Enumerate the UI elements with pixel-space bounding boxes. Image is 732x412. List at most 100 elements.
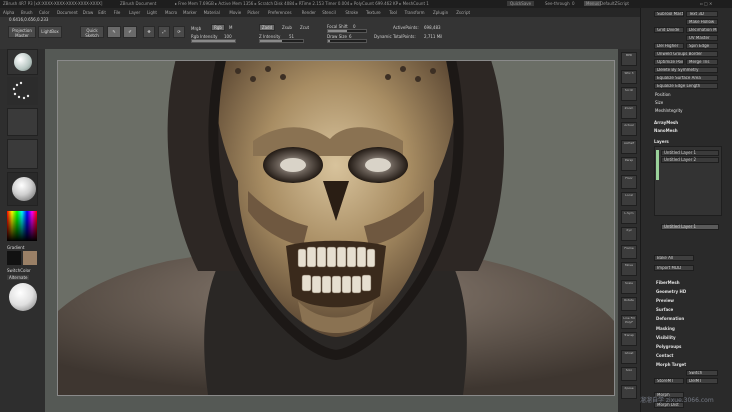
menu-item-edit[interactable]: Edit <box>98 10 106 15</box>
menu-item-movie[interactable]: Movie <box>229 10 241 15</box>
menu-item-preferences[interactable]: Preferences <box>268 10 292 15</box>
move-button[interactable]: ✥ <box>143 26 155 38</box>
stroke-thumbnail[interactable] <box>7 77 38 105</box>
menu-item-light[interactable]: Light <box>147 10 157 15</box>
make-hollow-button[interactable]: Make Hollow <box>686 19 718 25</box>
import-mdd-button[interactable]: Import MDD <box>654 265 694 271</box>
decimation-master-button[interactable]: Decimation Master <box>686 27 718 33</box>
shelf-button-frame[interactable]: Frame <box>621 244 637 259</box>
geometry-merge-tris-button[interactable]: Merge Tris <box>686 59 718 65</box>
menu-item-color[interactable]: Color <box>39 10 49 15</box>
geometry-delete-by-symmetry-button[interactable]: Delete By Symmetry <box>654 67 718 73</box>
window-controls[interactable]: ▫ □ ✕ <box>700 1 712 6</box>
shelf-button-spix-3[interactable]: SPix 3 <box>621 69 637 84</box>
menu-item-picker[interactable]: Picker <box>247 10 259 15</box>
menu-item-brush[interactable]: Brush <box>21 10 33 15</box>
menu-item-alpha[interactable]: Alpha <box>3 10 14 15</box>
menu-item-draw[interactable]: Draw <box>83 10 93 15</box>
morph-switch-button[interactable]: Switch <box>686 370 718 376</box>
subpalette-polygroups[interactable]: Polygroups <box>656 344 681 349</box>
menu-item-transform[interactable]: Transform <box>405 10 425 15</box>
rgb-toggle[interactable]: Rgb <box>211 24 225 31</box>
shelf-button-transp[interactable]: Transp <box>621 332 637 346</box>
menu-item-marker[interactable]: Marker <box>183 10 197 15</box>
shelf-button-move[interactable]: Move <box>621 262 637 276</box>
menu-item-render[interactable]: Render <box>302 10 316 15</box>
default-zscript-button[interactable]: DefaultZScript <box>600 1 629 6</box>
projection-master-button[interactable]: Projection Master <box>8 26 36 38</box>
quicksave-button[interactable]: QuickSave <box>507 1 535 6</box>
store-mt-button[interactable]: StoreMT <box>654 378 684 384</box>
geometry-grid-divide-button[interactable]: Grid Divide <box>654 27 684 33</box>
menu-item-zscript[interactable]: Zscript <box>456 10 470 15</box>
layers-subpalette-header[interactable]: Layers <box>654 139 669 144</box>
scale-button[interactable]: ⤢ <box>158 26 170 38</box>
nanomesh-subpalette[interactable]: NanoMesh <box>654 128 678 133</box>
menu-item-material[interactable]: Material <box>204 10 220 15</box>
m-toggle[interactable]: M <box>229 25 232 30</box>
geometry-del-higher-button[interactable]: Del Higher <box>654 43 684 49</box>
shelf-button-actual[interactable]: Actual <box>621 122 637 136</box>
subpalette-contact[interactable]: Contact <box>656 353 673 358</box>
geometry-equalize-edge-length-button[interactable]: Equalize Edge Length <box>654 83 718 89</box>
dynamic-toggle[interactable]: Dynamic <box>374 34 392 39</box>
menu-item-layer[interactable]: Layer <box>129 10 140 15</box>
brush-thumbnail[interactable] <box>7 49 38 75</box>
menu-item-document[interactable]: Document <box>57 10 78 15</box>
menu-item-tool[interactable]: Tool <box>389 10 397 15</box>
shelf-button-scale[interactable]: Scale <box>621 279 637 294</box>
bake-all-button[interactable]: Bake All <box>654 255 694 261</box>
shelf-button-local[interactable]: Local <box>621 192 637 206</box>
edit-button[interactable]: ✎ <box>107 26 121 38</box>
shelf-button-line-fill-polyf[interactable]: Line Fill PolyF <box>621 314 637 329</box>
document-canvas[interactable] <box>57 60 615 396</box>
geometry-position-subpalette[interactable]: Position <box>655 92 671 97</box>
main-color-swatch[interactable] <box>7 251 21 265</box>
shelf-button-solo[interactable]: Solo <box>621 367 637 381</box>
uv-master-button[interactable]: UV Master <box>686 35 718 41</box>
mrgb-toggle[interactable]: Mrgb <box>191 26 201 31</box>
shelf-button-rotate[interactable]: Rotate <box>621 297 637 311</box>
text-3d-button[interactable]: Text 3D <box>686 11 718 17</box>
geometry-optimize-points-button[interactable]: Optimize Points <box>654 59 684 65</box>
layer-row[interactable]: Untitled Layer 2 <box>661 157 719 163</box>
geometry-meshintegrity-subpalette[interactable]: MeshIntegrity <box>655 108 683 113</box>
alternate-button[interactable]: Alternate <box>7 275 30 280</box>
shelf-button-zoom[interactable]: Zoom <box>621 104 637 119</box>
rgb-intensity-slider[interactable] <box>191 39 236 43</box>
menu-item-stencil[interactable]: Stencil <box>322 10 336 15</box>
subpalette-fibermesh[interactable]: FiberMesh <box>656 280 680 285</box>
quick-sketch-button[interactable]: Quick Sketch <box>80 26 104 38</box>
shelf-button-scroll[interactable]: Scroll <box>621 87 637 101</box>
shelf-button-xpose[interactable]: Xpose <box>621 384 637 399</box>
shelf-button-xyz[interactable]: Xyz <box>621 227 637 241</box>
subpalette-surface[interactable]: Surface <box>656 307 673 312</box>
draw-button[interactable]: ✐ <box>123 26 137 38</box>
switch-color-button[interactable]: SwitchColor <box>7 268 31 273</box>
geometry-equalize-surface-area-button[interactable]: Equalize Surface Area <box>654 75 718 81</box>
focal-shift-slider[interactable] <box>327 29 367 33</box>
menus-button[interactable]: Menus <box>584 1 602 6</box>
menu-item-file[interactable]: File <box>114 10 121 15</box>
z-intensity-slider[interactable] <box>259 39 304 43</box>
secondary-color-swatch[interactable] <box>23 251 37 265</box>
shelf-button-floor[interactable]: Floor <box>621 174 637 189</box>
zadd-toggle[interactable]: Zadd <box>259 24 275 31</box>
zcut-toggle[interactable]: Zcut <box>300 25 309 30</box>
draw-size-slider[interactable] <box>327 39 367 43</box>
subpalette-masking[interactable]: Masking <box>656 326 675 331</box>
rotate-button[interactable]: ⟳ <box>173 26 185 38</box>
zsub-toggle[interactable]: Zsub <box>282 25 292 30</box>
layer-row[interactable]: Untitled Layer 1 <box>661 224 719 230</box>
menu-item-texture[interactable]: Texture <box>366 10 381 15</box>
shelf-button-aahalf[interactable]: AAHalf <box>621 139 637 154</box>
subpalette-morph-target[interactable]: Morph Target <box>656 362 686 367</box>
alpha-thumbnail[interactable] <box>7 108 38 136</box>
color-picker[interactable] <box>7 211 37 241</box>
subtool-master-button[interactable]: SubTool Master <box>654 11 684 17</box>
lightbox-button[interactable]: LightBox <box>38 26 62 38</box>
geometry-size-subpalette[interactable]: Size <box>655 100 663 105</box>
geometry-unweld-groups-border-button[interactable]: Unweld Groups Border <box>654 51 718 57</box>
shelf-button-persp[interactable]: Persp <box>621 157 637 171</box>
subpalette-visibility[interactable]: Visibility <box>656 335 676 340</box>
